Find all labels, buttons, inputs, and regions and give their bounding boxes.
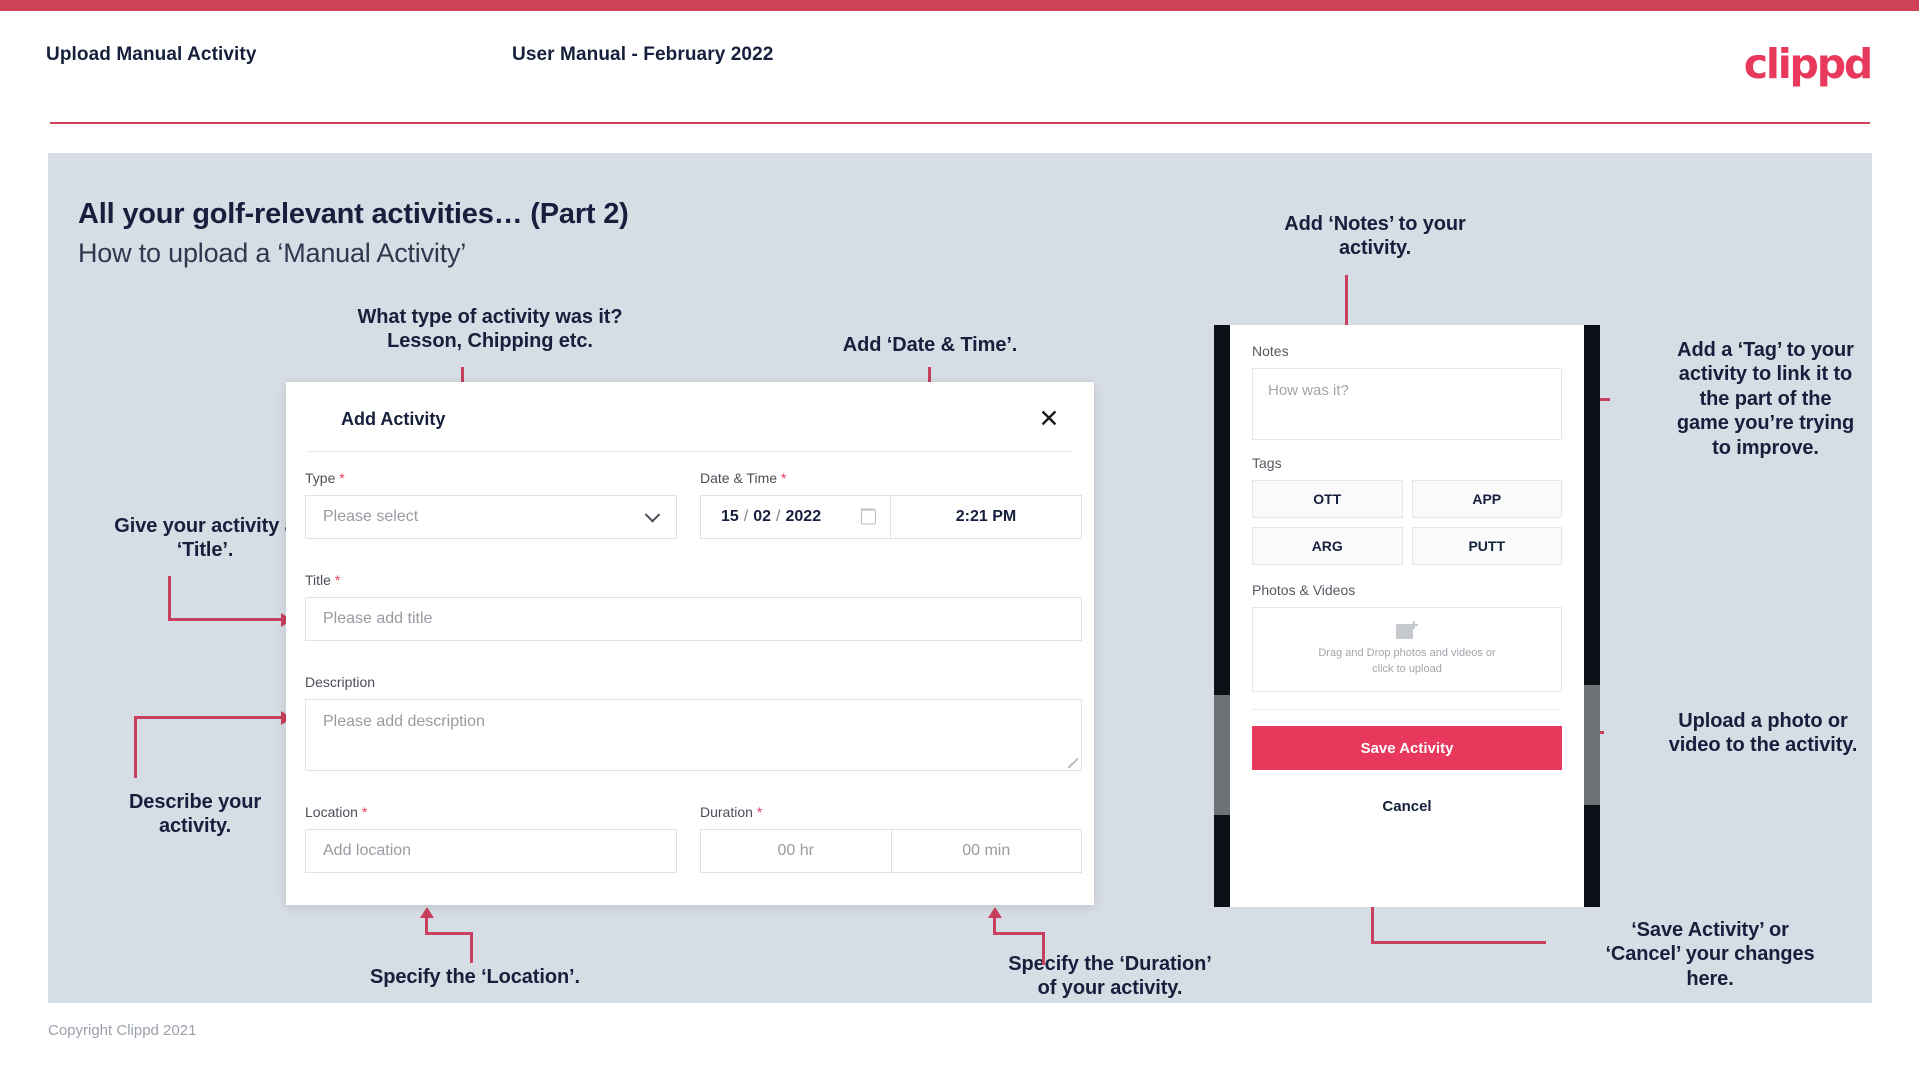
date-sep-1: / [743,508,749,525]
duration-label: Duration * [700,804,762,820]
connector-desc-h [134,716,284,719]
description-label: Description [305,674,375,690]
tag-button-arg[interactable]: ARG [1252,527,1403,565]
notes-label: Notes [1252,343,1289,359]
phone-frame-left [1214,325,1230,907]
annotation-type: What type of activity was it? Lesson, Ch… [357,306,623,353]
save-activity-button[interactable]: Save Activity [1252,726,1562,770]
slide-root: Upload Manual Activity User Manual - Feb… [0,0,1919,1079]
duration-field: 00 hr 00 min [700,829,1082,873]
location-placeholder: Add location [323,842,412,859]
phone-volume-button [1214,695,1230,815]
add-image-icon [1396,620,1418,640]
title-label-text: Title [305,572,331,588]
dropzone-line-2: click to upload [1372,662,1442,675]
header-divider [50,122,1870,124]
dialog-divider [308,451,1072,452]
type-placeholder: Please select [323,508,419,525]
notes-textarea[interactable]: How was it? [1252,368,1562,440]
description-textarea[interactable]: Please add description [305,699,1082,771]
connector-loc-h [425,932,473,935]
annotation-location: Specify the ‘Location’. [370,966,580,988]
arrowhead-location [420,907,434,918]
annotation-datetime: Add ‘Date & Time’. [842,334,1018,356]
annotation-tags: Add a ‘Tag’ to your activity to link it … [1676,339,1855,459]
document-subtitle: User Manual - February 2022 [512,44,774,65]
phone-power-button [1584,685,1600,805]
type-label: Type * [305,470,345,486]
location-required-mark: * [361,804,368,820]
slide-subheading: How to upload a ‘Manual Activity’ [78,238,467,268]
dropzone-line-1: Drag and Drop photos and videos or [1318,646,1496,659]
calendar-icon[interactable] [860,508,876,525]
type-select[interactable]: Please select [305,495,677,539]
tag-button-ott[interactable]: OTT [1252,480,1403,518]
phone-screen: Notes How was it? Tags OTT APP ARG PUTT … [1230,325,1584,907]
connector-loc-v2 [425,918,428,935]
connector-loc-v1 [470,935,473,963]
cancel-button[interactable]: Cancel [1252,798,1562,815]
location-label-text: Location [305,804,358,820]
type-required-mark: * [339,470,345,486]
phone-mockup: Notes How was it? Tags OTT APP ARG PUTT … [1214,325,1600,907]
title-input[interactable]: Please add title [305,597,1082,641]
tags-label: Tags [1252,455,1282,471]
resize-handle-icon[interactable] [1068,758,1078,768]
date-sep-2: / [776,508,781,525]
phone-frame-right [1584,325,1600,907]
location-input[interactable]: Add location [305,829,677,873]
title-label: Title * [305,572,340,588]
annotation-upload: Upload a photo or video to the activity. [1668,710,1858,757]
copyright-text: Copyright Clippd 2021 [48,1022,197,1039]
date-year: 2022 [785,508,822,525]
datetime-label-text: Date & Time [700,470,778,486]
date-day: 15 [721,508,739,525]
location-label: Location * [305,804,367,820]
add-activity-dialog: Add Activity ✕ [286,382,1094,905]
duration-minutes-input[interactable]: 00 min [890,830,1082,872]
chevron-down-icon [644,507,661,523]
datetime-field[interactable]: 15 / 02 / 2022 2:21 PM [700,495,1082,539]
dialog-title: Add Activity [341,409,446,429]
duration-hours-input[interactable]: 00 hr [701,830,891,872]
connector-dur-v1 [1042,935,1045,965]
photo-upload-dropzone[interactable]: Drag and Drop photos and videos or click… [1252,607,1562,692]
date-input[interactable]: 15 / 02 / 2022 [701,496,891,538]
datetime-label: Date & Time * [700,470,786,486]
dropzone-text: Drag and Drop photos and videos or click… [1318,646,1495,678]
close-icon[interactable]: ✕ [1032,402,1066,436]
photos-videos-label: Photos & Videos [1252,582,1356,598]
description-label-text: Description [305,674,376,690]
connector-desc-v [134,716,137,778]
arrowhead-duration [988,907,1002,918]
type-label-text: Type [305,470,336,486]
annotation-notes: Add ‘Notes’ to your activity. [1284,213,1466,260]
datetime-required-mark: * [780,470,787,486]
tags-grid: OTT APP ARG PUTT [1252,480,1562,565]
time-input[interactable]: 2:21 PM [891,496,1081,538]
date-month: 02 [753,508,772,525]
annotation-save: ‘Save Activity’ or ‘Cancel’ your changes… [1605,919,1815,990]
connector-dur-h [993,932,1045,935]
slide-heading: All your golf-relevant activities… (Part… [78,198,629,230]
clippd-logo: clippd [1743,40,1873,88]
page-title: Upload Manual Activity [46,44,257,65]
duration-label-text: Duration [700,804,753,820]
title-placeholder: Please add title [323,610,433,627]
description-placeholder: Please add description [323,713,485,730]
tag-button-putt[interactable]: PUTT [1411,527,1562,565]
connector-dur-v2 [993,918,996,935]
top-accent-bar [0,0,1919,11]
duration-required-mark: * [756,804,763,820]
title-required-mark: * [334,572,341,588]
connector-title-h [168,618,284,621]
tag-button-app[interactable]: APP [1411,480,1562,518]
connector-title-v [168,576,171,620]
phone-divider [1252,709,1562,710]
connector-save-h [1371,941,1546,944]
annotation-duration: Specify the ‘Duration’ of your activity. [1008,953,1212,1000]
